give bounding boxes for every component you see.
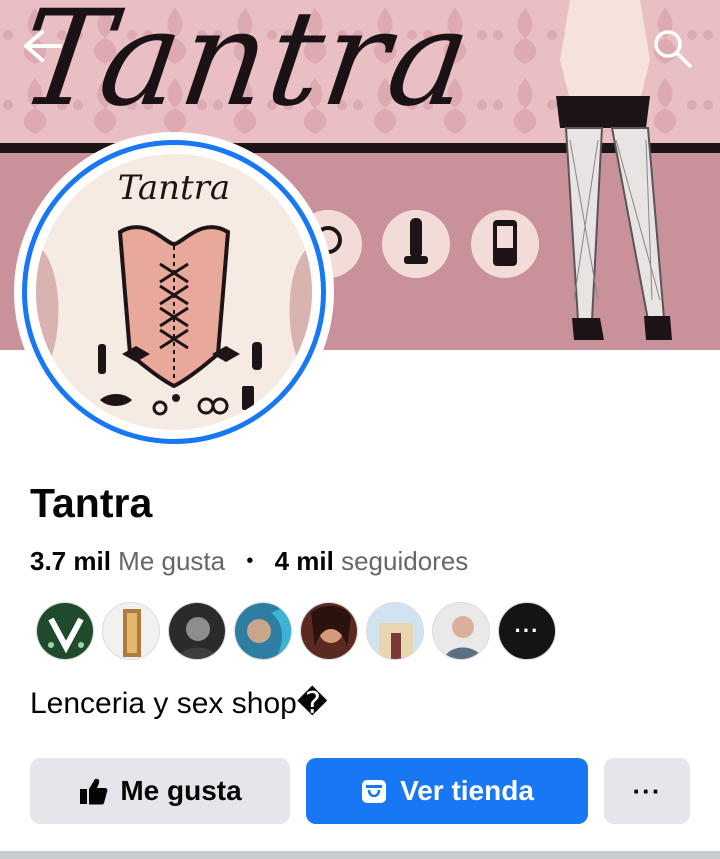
- likes-count: 3.7 mil: [30, 546, 111, 576]
- back-button[interactable]: [20, 26, 66, 66]
- friend-avatar[interactable]: [300, 602, 358, 660]
- search-icon: [654, 30, 692, 68]
- view-shop-button[interactable]: Ver tienda: [306, 758, 588, 824]
- profile-picture[interactable]: Tantra: [14, 132, 334, 452]
- friends-who-like[interactable]: ···: [36, 602, 556, 660]
- thumbs-up-icon: [80, 778, 108, 805]
- shop-bag-icon: [362, 780, 387, 803]
- more-options-icon: ···: [632, 775, 662, 806]
- avatar-logo-text: Tantra: [117, 168, 231, 208]
- page-bio: Lenceria y sex shop�: [30, 687, 328, 720]
- page-stats[interactable]: 3.7 mil Me gusta • 4 mil seguidores: [30, 546, 468, 577]
- cover-title: Tantra: [11, 0, 482, 136]
- friend-avatar[interactable]: [234, 602, 292, 660]
- more-options-button[interactable]: ···: [604, 758, 690, 824]
- separator-dot: •: [246, 550, 254, 572]
- avatar-image: Tantra: [36, 154, 312, 430]
- arrow-left-icon: [24, 30, 62, 62]
- likes-label: Me gusta: [118, 546, 226, 576]
- friend-avatar[interactable]: [168, 602, 226, 660]
- more-friends-label: ···: [514, 618, 540, 643]
- friend-avatar[interactable]: [102, 602, 160, 660]
- friend-avatar[interactable]: [432, 602, 490, 660]
- page-title: Tantra: [30, 480, 153, 526]
- friend-avatar[interactable]: [366, 602, 424, 660]
- followers-label: seguidores: [341, 546, 469, 576]
- like-button-label: Me gusta: [120, 775, 242, 806]
- section-divider: [0, 851, 720, 859]
- view-shop-label: Ver tienda: [400, 775, 534, 806]
- friend-avatar[interactable]: [36, 602, 94, 660]
- more-friends-button[interactable]: ···: [498, 602, 556, 660]
- avatar-ring: Tantra: [22, 140, 326, 444]
- like-button[interactable]: Me gusta: [30, 758, 290, 824]
- search-button[interactable]: [650, 26, 694, 70]
- followers-count: 4 mil: [274, 546, 334, 576]
